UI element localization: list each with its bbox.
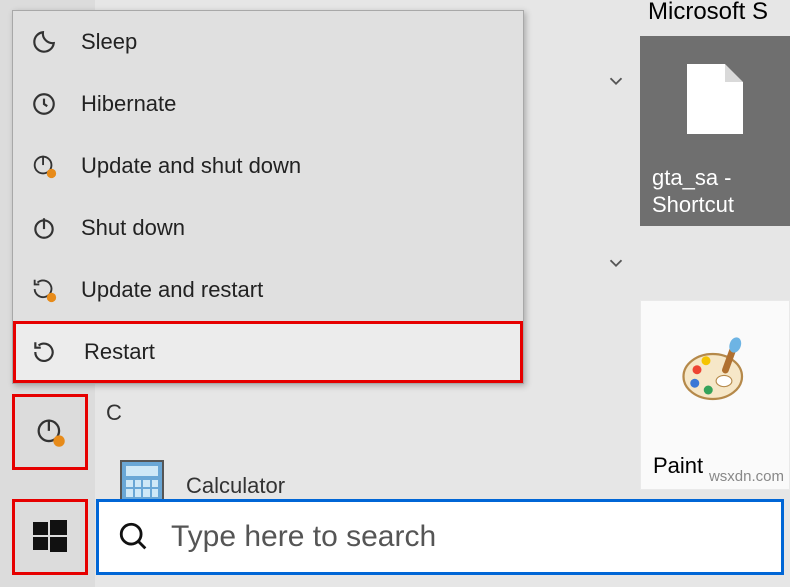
start-tiles: Microsoft S gta_sa - Shortcut Paint [630, 0, 790, 495]
moon-icon [29, 27, 59, 57]
restart-icon [29, 337, 59, 367]
tile-gta-label: gta_sa - Shortcut [652, 165, 790, 218]
chevron-down-icon[interactable] [605, 252, 625, 272]
power-update-restart[interactable]: Update and restart [13, 259, 523, 321]
power-update-icon [29, 151, 59, 181]
chevron-down-icon[interactable] [605, 70, 625, 90]
power-update-icon [33, 415, 67, 449]
power-update-shutdown[interactable]: Update and shut down [13, 135, 523, 197]
power-shutdown-label: Shut down [81, 215, 185, 241]
power-hibernate-label: Hibernate [81, 91, 176, 117]
power-sleep[interactable]: Sleep [13, 11, 523, 73]
power-restart[interactable]: Restart [13, 321, 523, 383]
start-power-button[interactable] [12, 394, 88, 470]
start-button[interactable] [12, 499, 88, 575]
watermark-text: wsxdn.com [709, 468, 784, 485]
apps-section-header[interactable]: C [106, 400, 122, 426]
power-shutdown[interactable]: Shut down [13, 197, 523, 259]
search-icon [117, 520, 151, 554]
power-hibernate[interactable]: Hibernate [13, 73, 523, 135]
windows-logo-icon [30, 517, 70, 557]
clock-icon [29, 89, 59, 119]
tile-group-header[interactable]: Microsoft S [648, 0, 788, 26]
tile-gta-sa-shortcut[interactable]: gta_sa - Shortcut [640, 36, 790, 226]
tile-paint-label: Paint [653, 453, 703, 479]
power-sleep-label: Sleep [81, 29, 137, 55]
taskbar-search[interactable]: Type here to search [96, 499, 784, 575]
power-update-restart-label: Update and restart [81, 277, 263, 303]
taskbar: Type here to search [0, 495, 790, 587]
restart-update-icon [29, 275, 59, 305]
power-update-shutdown-label: Update and shut down [81, 153, 301, 179]
search-placeholder: Type here to search [171, 520, 436, 554]
document-icon [687, 64, 743, 134]
power-menu: Sleep Hibernate Update and shut down Shu… [12, 10, 524, 384]
power-restart-label: Restart [84, 339, 155, 365]
power-icon [29, 213, 59, 243]
paint-palette-icon [679, 336, 751, 408]
tile-paint[interactable]: Paint [640, 300, 790, 490]
